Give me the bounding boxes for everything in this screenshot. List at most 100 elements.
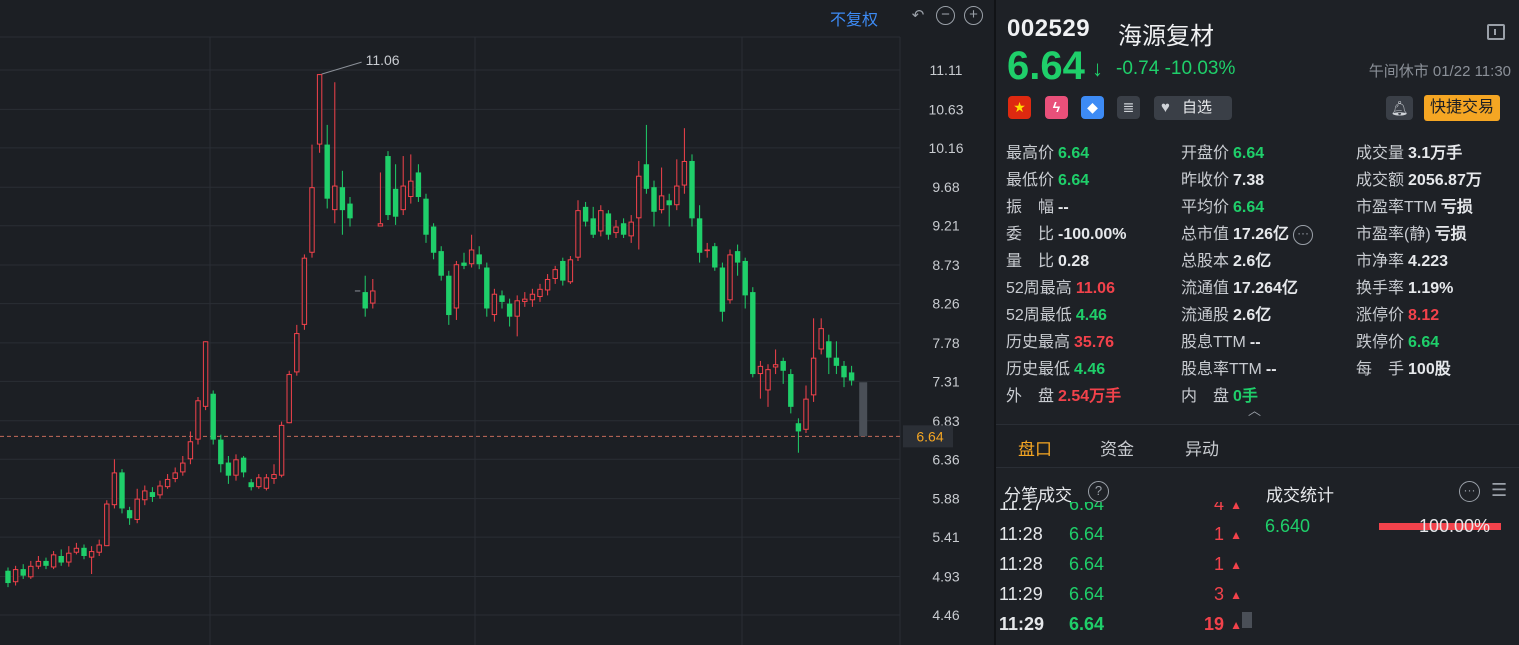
kline-chart-panel[interactable]: 11.11 10.63 10.16 9.68 9.21 8.73 8.26 7.78 7.31 6… — [0, 0, 992, 645]
candle-body — [142, 490, 148, 501]
buy-arrow-icon: ▲ — [1230, 528, 1242, 542]
candle-body — [590, 218, 596, 235]
trade-time: 11:28 — [999, 524, 1043, 544]
stat-item: 外 盘 2.54万手 — [1006, 382, 1121, 409]
zoom-in-icon[interactable]: + — [964, 6, 983, 25]
candle-body — [446, 275, 452, 316]
stat-label: 历史最低 — [1006, 361, 1071, 378]
candle-body — [704, 249, 710, 252]
stat-value: 3.1万手 — [1408, 145, 1463, 162]
more-icon[interactable]: ··· — [1459, 481, 1480, 502]
candle-body — [468, 249, 475, 265]
china-flag-icon[interactable]: ★ — [1008, 96, 1031, 119]
tick-trades-list[interactable]: 11:27 6.64 4 ▲ 11:28 6.64 1 ▲ 11:28 6.64 1 ▲ 11:29 6.… — [996, 502, 1256, 645]
kline-chart[interactable]: 11.11 10.63 10.16 9.68 9.21 8.73 8.26 7.78 7.31 6… — [0, 0, 992, 645]
stat-label: 52周最低 — [1006, 307, 1072, 324]
stat-item: 最高价 6.64 — [1006, 139, 1089, 166]
candle-body — [35, 560, 42, 567]
trade-time: 11:27 — [999, 502, 1043, 514]
stat-item: 流通股 2.6亿 — [1181, 301, 1271, 328]
stat-item: 流通值 17.264亿 — [1181, 274, 1298, 301]
candle-body — [126, 510, 133, 519]
stat-label: 市盈率(静) — [1356, 226, 1431, 243]
tab-movement[interactable]: 异动 — [1185, 435, 1219, 460]
trade-volume: 19 — [1203, 614, 1224, 634]
candle-body — [50, 554, 57, 568]
stat-item: 总市值 17.26亿 ··· — [1181, 220, 1314, 247]
deal-stats-price: 6.640 — [1265, 516, 1311, 536]
stat-value: -- — [1249, 334, 1261, 351]
more-info-icon[interactable]: ··· — [1293, 224, 1314, 245]
price-adjust-toggle[interactable]: 不复权 — [830, 6, 878, 30]
tab-capital[interactable]: 资金 — [1100, 435, 1134, 460]
candle-body — [210, 393, 216, 440]
watch-label: 自选 — [1182, 99, 1213, 116]
candle-body — [362, 292, 368, 309]
candle-body — [5, 570, 11, 584]
candle-body — [499, 295, 505, 302]
stat-label: 总股本 — [1181, 253, 1230, 270]
candle-body — [134, 498, 140, 520]
stat-label: 总市值 — [1181, 226, 1230, 243]
candle-body — [187, 441, 194, 460]
stat-label: 换手率 — [1356, 280, 1405, 297]
candle-body — [780, 360, 786, 371]
candle-body — [324, 144, 330, 199]
stat-label: 股息TTM — [1181, 334, 1246, 351]
candle-body — [309, 187, 315, 253]
stat-item: 换手率 1.19% — [1356, 274, 1453, 301]
y-tick-label: 9.68 — [932, 179, 959, 195]
candle-body — [529, 293, 536, 301]
candle-body — [233, 459, 239, 476]
stat-item: 市净率 4.223 — [1356, 247, 1448, 274]
candle-body — [430, 226, 437, 253]
tab-bar: 盘口 资金 异动 — [996, 424, 1519, 468]
tab-order-book[interactable]: 盘口 — [1018, 435, 1052, 460]
chevron-up-icon[interactable]: ︿ — [1248, 400, 1261, 419]
stat-item: 历史最低 4.46 — [1006, 355, 1105, 382]
candle-body — [476, 254, 482, 265]
candle-body — [833, 357, 840, 366]
stat-value: 2.6亿 — [1233, 307, 1272, 324]
zoom-out-icon[interactable]: − — [936, 6, 955, 25]
candle-body — [157, 485, 163, 496]
tag-icon[interactable]: ◆ — [1081, 96, 1104, 119]
quick-trade-button[interactable]: 快捷交易 — [1424, 95, 1501, 121]
candle-body — [826, 341, 832, 358]
candle-body — [544, 278, 551, 291]
bell-icon[interactable]: 🔔︎ — [1386, 96, 1413, 120]
stat-value: 亏损 — [1434, 226, 1467, 243]
candle-body — [96, 544, 102, 553]
help-icon[interactable]: ? — [1088, 481, 1109, 502]
candle-body — [195, 400, 201, 440]
stat-label: 量 比 — [1006, 253, 1055, 270]
document-icon[interactable]: ≣ — [1117, 96, 1140, 119]
stat-item: 每 手 100股 — [1356, 355, 1451, 382]
candle-body — [415, 172, 422, 198]
stock-code: 002529 — [1007, 15, 1091, 42]
stat-label: 开盘价 — [1181, 145, 1230, 162]
stat-label: 成交额 — [1356, 172, 1405, 189]
stat-item: 涨停价 8.12 — [1356, 301, 1439, 328]
candle-body — [620, 223, 627, 235]
candle-body — [43, 560, 49, 566]
y-tick-label: 7.78 — [932, 335, 959, 351]
candle-body — [354, 290, 361, 292]
buy-arrow-icon: ▲ — [1230, 588, 1242, 602]
stat-item: 振 幅 -- — [1006, 193, 1069, 220]
candle-body — [765, 369, 771, 391]
undo-icon[interactable]: ↶ — [908, 6, 928, 26]
y-tick-label: 6.36 — [932, 451, 959, 467]
stat-value: 2056.87万 — [1408, 172, 1482, 189]
stat-item: 委 比 -100.00% — [1006, 220, 1127, 247]
add-watchlist-button[interactable]: ♥ 自选 — [1154, 96, 1232, 120]
y-tick-label: 11.11 — [930, 62, 963, 78]
candle-body — [772, 364, 779, 368]
lightning-icon[interactable]: ϟ — [1045, 96, 1068, 119]
scrollbar[interactable] — [1242, 612, 1252, 628]
candle-body — [81, 547, 87, 556]
stat-value: 8.12 — [1408, 307, 1440, 324]
list-icon[interactable]: ☰ — [1491, 480, 1507, 501]
change-percent: -10.03% — [1164, 58, 1236, 79]
layout-icon[interactable] — [1487, 24, 1505, 40]
